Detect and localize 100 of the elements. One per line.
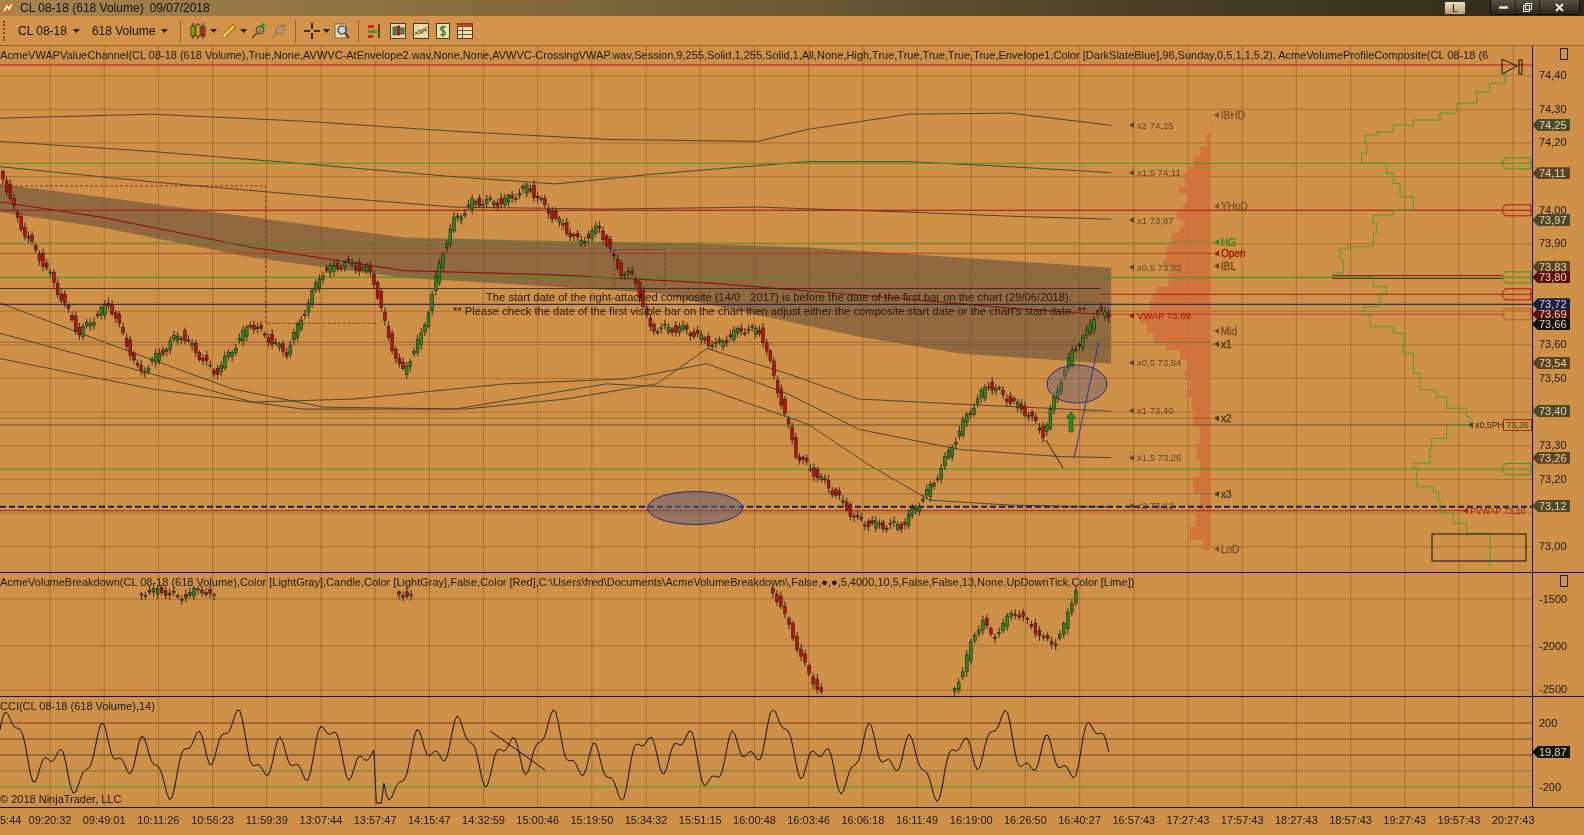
candlestick-chart-icon[interactable] xyxy=(390,22,407,39)
time-axis-label: 16:40:27 xyxy=(1058,814,1101,827)
price-tag: 73,12 xyxy=(1532,500,1570,512)
candlestick-icon[interactable] xyxy=(189,21,208,40)
minimize-button[interactable] xyxy=(1491,0,1515,14)
axis-tick-label: 73,90 xyxy=(1539,237,1567,251)
axis-tick-label: 73,00 xyxy=(1539,540,1567,554)
window-date: 09/07/2018 xyxy=(149,1,210,15)
empty-price-flag xyxy=(1501,157,1532,170)
time-axis-label: 13:57:47 xyxy=(353,814,397,827)
axis-tick-label: -2000 xyxy=(1539,639,1568,653)
axis-tick-label: 200 xyxy=(1539,716,1558,730)
pointer-icon xyxy=(1214,415,1219,422)
time-axis-label: 19:57:43 xyxy=(1437,814,1481,827)
time-axis-label: 10:56:23 xyxy=(191,814,234,827)
price-tag: 73,72 xyxy=(1532,298,1570,311)
empty-price-flag xyxy=(1501,204,1532,217)
time-axis-label: 16:57:43 xyxy=(1112,814,1156,827)
crosshair-icon[interactable] xyxy=(304,22,321,39)
dashed-range-outline xyxy=(613,249,666,287)
trend-line xyxy=(1045,439,1064,469)
time-axis-label: 15:00:46 xyxy=(516,814,560,827)
time-axis-label: 18:57:43 xyxy=(1329,814,1372,827)
pointer-icon xyxy=(1129,217,1134,223)
pointer-icon xyxy=(1129,264,1134,271)
axis-tick-label: -1500 xyxy=(1539,592,1568,606)
time-axis-label: 16:11:49 xyxy=(896,814,939,827)
table-icon[interactable] xyxy=(457,22,474,39)
time-axis-label: 14:15:47 xyxy=(407,814,451,827)
profile-label: LoD xyxy=(1221,543,1240,555)
time-axis-label: 15:51:15 xyxy=(678,814,722,827)
time-axis-label: 11:59:39 xyxy=(245,814,288,827)
caret-icon[interactable] xyxy=(72,28,80,33)
profile-label: x3 xyxy=(1221,488,1232,500)
dollar-document-icon[interactable] xyxy=(436,22,451,39)
price-tag: 73,26 xyxy=(1532,451,1570,464)
interval-dropdown[interactable]: 618 Volume xyxy=(87,19,173,42)
indicator-label: AcmeVWAPValueChannel(CL 08-18 (618 Volume),True,None,AVWVC-AtEnvelope2.wav,None,None,AVWVC-CrossingVWAP.wav,Session,9,255,Solid,1,255,Solid,1,All,None,High,True,True,True,True,True,Envelope1,Color [DarkSlateBlue],96,Sunday,0,5,1,1,5,2), AcmeVolumeProfileComposite(CL 08-18 (6 xyxy=(0,49,1489,62)
pointer-icon xyxy=(1214,546,1219,552)
axis-tick-label: -200 xyxy=(1539,780,1562,794)
close-icon xyxy=(1555,2,1564,12)
band-label: x1,5 74,11 xyxy=(1137,167,1181,179)
triangle-marker-icon xyxy=(1501,58,1523,75)
close-button[interactable] xyxy=(1539,0,1579,14)
axis-tick-label: 73,60 xyxy=(1539,338,1567,352)
price-tag: 74,11 xyxy=(1532,167,1570,180)
pointer-icon xyxy=(1129,359,1134,366)
restore-button[interactable] xyxy=(1515,0,1539,14)
indicator-label: AcmeVolumeBreakdown(CL 08-18 (618 Volume),Color [LightGray],Candle,Color [LightGray],False,Color [Red],C:\Users\fred\Documents\AcmeVolumeBreakdown\,False,●,●,5,4000,10,5,False,False,13,None,UpDownTick,Color [Lime]) xyxy=(0,576,1135,589)
layout-button[interactable]: L xyxy=(1444,1,1466,15)
axis-tick-label: 74,40 xyxy=(1539,69,1567,83)
time-axis-label: 19:27:43 xyxy=(1383,814,1427,827)
time-axis-label: 15:19:50 xyxy=(570,814,614,827)
axis-tick-label: 73,30 xyxy=(1539,439,1567,453)
time-axis-label: 10:11:26 xyxy=(137,814,180,827)
time-axis-label: 16:00:48 xyxy=(733,814,776,827)
line-chart-icon[interactable] xyxy=(413,22,430,39)
axis-tick-label: 73,50 xyxy=(1539,371,1567,385)
time-axis-label: 14:32:59 xyxy=(462,814,505,827)
panel-handle-icon xyxy=(1560,575,1568,587)
profile-label: IBL xyxy=(1221,260,1236,272)
profile-label: Mid xyxy=(1221,325,1238,337)
profile-label: Open xyxy=(1221,248,1246,259)
time-axis-label: 16:19:00 xyxy=(949,814,993,827)
band-label: x1 73,40 xyxy=(1137,405,1174,417)
level-label: x0,5PH xyxy=(1475,420,1504,431)
pointer-icon xyxy=(1214,112,1219,118)
trend-line xyxy=(489,730,546,771)
pencil-icon[interactable] xyxy=(221,22,238,39)
time-axis-label: 15:34:32 xyxy=(624,814,668,827)
band-label: x2 74,25 xyxy=(1137,119,1174,131)
time-axis-label: 5:44 xyxy=(0,814,22,827)
pointer-icon xyxy=(1129,502,1134,509)
search-icon[interactable] xyxy=(334,22,351,39)
axis-tick-label: 74,30 xyxy=(1539,102,1567,116)
pointer-icon xyxy=(1129,169,1134,176)
caret-icon[interactable] xyxy=(240,28,248,33)
profile-label: x2 xyxy=(1221,412,1232,424)
pointer-icon xyxy=(1463,507,1468,514)
pointer-icon xyxy=(1214,341,1219,347)
panel-handle-icon xyxy=(1560,48,1568,60)
empty-price-flag xyxy=(1501,463,1532,475)
time-axis-label: 09:20:32 xyxy=(28,814,72,827)
caret-icon[interactable] xyxy=(210,28,218,33)
profile-label: x1 xyxy=(1221,338,1232,350)
indicator-label: CCI(CL 08-18 (618 Volume),14) xyxy=(0,700,155,713)
pushpin-plus-icon[interactable] xyxy=(251,22,268,39)
level-label: PVWAP 73,10 xyxy=(1470,505,1526,516)
time-axis-label: 13:07:44 xyxy=(299,814,343,827)
instrument-dropdown[interactable]: CL 08-18 xyxy=(14,19,84,42)
price-tag: 73,40 xyxy=(1532,405,1570,417)
profile-label: IBHD xyxy=(1221,109,1245,121)
band-label: x0,5 73,83 xyxy=(1137,261,1182,273)
profile-label: HG xyxy=(1221,236,1236,248)
pointer-icon xyxy=(1129,312,1134,319)
app-icon xyxy=(2,2,14,14)
caret-icon[interactable] xyxy=(323,28,331,33)
price-tag: 73,97 xyxy=(1532,214,1570,226)
caret-icon[interactable] xyxy=(161,28,169,33)
pointer-icon xyxy=(1214,491,1219,497)
